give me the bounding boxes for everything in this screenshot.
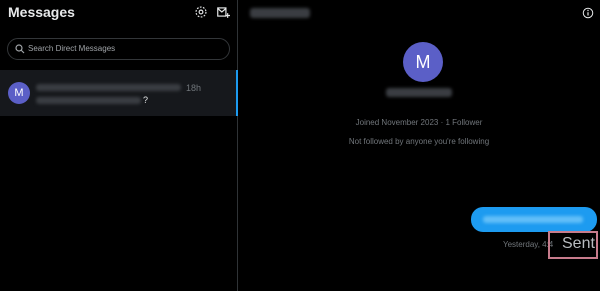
chat-panel: M Joined November 2023 · 1 Follower Not … bbox=[238, 0, 600, 291]
message-status: Sent bbox=[562, 235, 595, 252]
redacted-message-text bbox=[483, 216, 583, 223]
redacted-profile-name bbox=[386, 88, 452, 97]
search-icon bbox=[14, 43, 26, 55]
profile-joined-info: Joined November 2023 · 1 Follower bbox=[355, 118, 483, 127]
conversation-preview-suffix: ? bbox=[143, 95, 149, 105]
new-message-icon[interactable] bbox=[216, 5, 230, 19]
search-input[interactable]: Search Direct Messages bbox=[7, 38, 230, 60]
search-placeholder: Search Direct Messages bbox=[28, 44, 116, 53]
redacted-preview bbox=[36, 97, 141, 104]
redacted-name bbox=[36, 84, 181, 91]
profile-followed-note: Not followed by anyone you're following bbox=[348, 137, 490, 146]
conversation-time: 18h bbox=[186, 83, 202, 93]
conversation-item[interactable]: M 18h ? bbox=[0, 70, 238, 116]
profile-avatar[interactable]: M bbox=[403, 42, 443, 82]
page-title: Messages bbox=[8, 4, 75, 20]
gear-icon[interactable] bbox=[194, 5, 208, 19]
redacted-chat-title bbox=[250, 8, 310, 18]
sent-message-bubble[interactable] bbox=[471, 207, 597, 232]
avatar: M bbox=[8, 82, 30, 104]
conversation-list-panel: Messages Search Direct Messages M 18h ? bbox=[0, 0, 238, 291]
message-timestamp: Yesterday, 4:4 bbox=[503, 240, 554, 249]
info-icon[interactable] bbox=[582, 7, 594, 19]
